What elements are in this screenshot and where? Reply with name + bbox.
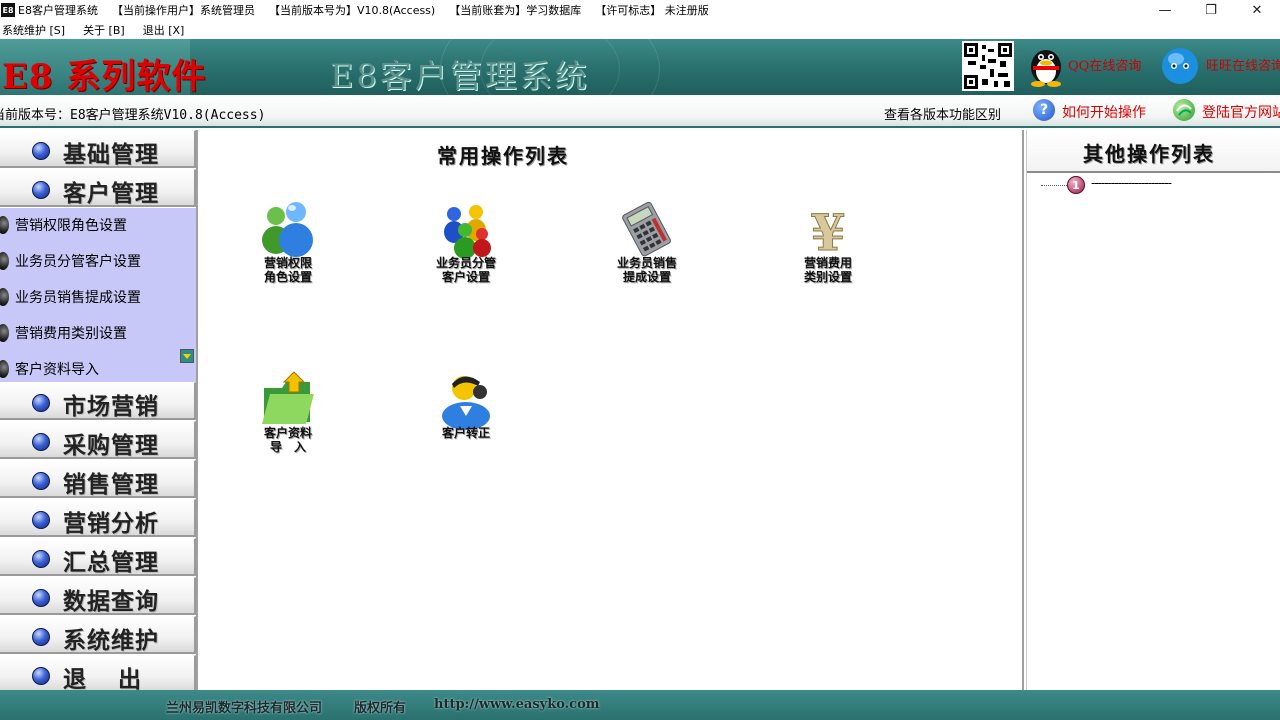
nav-ball-icon (32, 511, 50, 529)
team-icon (434, 200, 498, 260)
brand-logo: E8 系列软件 (2, 57, 207, 95)
nav-ball-icon (32, 628, 50, 646)
nav-label: 基础管理 (63, 141, 159, 168)
nav-data-query[interactable]: 数据查询 (0, 577, 196, 615)
tree-node-icon[interactable]: 1 (1067, 176, 1085, 194)
restore-button[interactable]: ❐ (1188, 0, 1234, 20)
nav-purchase-management[interactable]: 采购管理 (0, 421, 196, 459)
nav-label: 汇总管理 (63, 549, 159, 576)
user-convert-icon (434, 370, 498, 430)
compare-versions-link[interactable]: 查看各版本功能区别 (884, 104, 1001, 123)
website-url[interactable]: http://www.easyko.com (434, 697, 600, 712)
wangwang-icon[interactable] (1160, 44, 1200, 86)
current-user-status: 【当前操作用户】系统管理员 (111, 4, 255, 17)
nav-label: 退出 (63, 666, 173, 693)
bullet-icon (0, 360, 9, 378)
nav-label: 营销分析 (63, 510, 159, 537)
official-website-link[interactable]: 登陆官方网站 (1202, 102, 1280, 122)
nav-exit[interactable]: 退出 (0, 655, 196, 693)
license-status: 【许可标志】 未注册版 (595, 4, 709, 17)
header-banner: E8 系列软件 E8客户管理系统 QQ在线咨询 旺旺在线咨询 (0, 39, 1280, 95)
wangwang-consult-link[interactable]: 旺旺在线咨询 (1206, 55, 1280, 74)
current-account-status: 【当前账套为】学习数据库 (449, 4, 582, 17)
menu-about[interactable]: 关于 [B] (83, 22, 125, 38)
website-icon[interactable] (1173, 99, 1195, 121)
users-group-icon (256, 200, 320, 260)
version-label: 当前版本号：E8客户管理系统V10.8(Access) (0, 108, 266, 123)
nav-marketing-analysis[interactable]: 营销分析 (0, 499, 196, 537)
bullet-icon (0, 252, 9, 270)
nav-basic-management[interactable]: 基础管理 (0, 130, 196, 168)
panel-title: 常用操作列表 (437, 144, 569, 168)
app-logo-icon: E8 (1, 3, 15, 17)
tree-node-label[interactable]: ------------------------ (1091, 176, 1172, 190)
folder-import-icon (256, 370, 320, 430)
nav-market-marketing[interactable]: 市场营销 (0, 382, 196, 420)
panel-title: 其他操作列表 (1083, 142, 1215, 166)
svg-text:¥: ¥ (811, 203, 846, 260)
help-icon[interactable]: ? (1033, 99, 1055, 121)
submenu-item-sales-commission[interactable]: 业务员销售提成设置 (0, 280, 190, 314)
banner-title: E8客户管理系统 (330, 57, 590, 95)
nav-ball-icon (32, 142, 50, 160)
menu-bar: 系统维护 [S] 关于 [B] 退出 [X] (0, 20, 1280, 39)
menu-system-maintenance[interactable]: 系统维护 [S] (2, 22, 65, 38)
nav-customer-management[interactable]: 客户管理 (0, 169, 196, 207)
op-marketing-role-setting[interactable]: 营销权限 角色设置 (233, 200, 343, 300)
nav-system-maintenance[interactable]: 系统维护 (0, 616, 196, 654)
nav-ball-icon (32, 667, 50, 685)
bullet-icon (0, 288, 9, 306)
submenu-scroll-down-icon[interactable] (180, 349, 194, 363)
nav-summary-management[interactable]: 汇总管理 (0, 538, 196, 576)
current-version-status: 【当前版本号为】V10.8(Access) (268, 4, 436, 17)
window-controls: — ❐ ✕ (1142, 0, 1280, 20)
nav-label: 数据查询 (63, 588, 159, 615)
copyright-text: 版权所有 (354, 701, 407, 716)
qq-consult-link[interactable]: QQ在线咨询 (1068, 55, 1141, 74)
tree-connector (1041, 185, 1067, 186)
window-titlebar: E8 E8客户管理系统 【当前操作用户】系统管理员 【当前版本号为】V10.8(… (0, 0, 1280, 20)
nav-label: 市场营销 (63, 393, 159, 420)
nav-ball-icon (32, 181, 50, 199)
customer-management-submenu: 营销权限角色设置 业务员分管客户设置 业务员销售提成设置 营销费用类别设置 客户… (0, 208, 196, 382)
submenu-item-customer-import[interactable]: 客户资料导入 (0, 352, 190, 386)
qr-code-icon (962, 41, 1014, 91)
how-to-start-link[interactable]: 如何开始操作 (1062, 102, 1146, 122)
close-button[interactable]: ✕ (1234, 0, 1280, 20)
left-nav-sidebar: 基础管理 客户管理 营销权限角色设置 业务员分管客户设置 业务员销售提成设置 营… (0, 130, 198, 693)
qq-penguin-icon[interactable] (1027, 43, 1065, 87)
op-expense-category-setting[interactable]: ¥ 营销费用 类别设置 (773, 200, 883, 300)
nav-label: 销售管理 (63, 471, 159, 498)
op-sales-commission-setting[interactable]: 业务员销售 提成设置 (592, 200, 702, 300)
op-customer-data-import[interactable]: 客户资料 导 入 (233, 370, 343, 470)
window-title: E8客户管理系统 (18, 4, 98, 17)
bullet-icon (0, 324, 9, 342)
nav-ball-icon (32, 433, 50, 451)
submenu-item-sales-customer-assign[interactable]: 业务员分管客户设置 (0, 244, 190, 278)
other-operations-panel: 其他操作列表 1 ------------------------ (1026, 130, 1280, 690)
submenu-item-marketing-role[interactable]: 营销权限角色设置 (0, 208, 190, 242)
nav-label: 采购管理 (63, 432, 159, 459)
nav-sales-management[interactable]: 销售管理 (0, 460, 196, 498)
nav-label: 系统维护 (63, 627, 159, 654)
nav-ball-icon (32, 550, 50, 568)
yen-icon: ¥ (796, 200, 860, 263)
bullet-icon (0, 216, 9, 234)
nav-ball-icon (32, 394, 50, 412)
submenu-item-expense-category[interactable]: 营销费用类别设置 (0, 316, 190, 350)
nav-label: 客户管理 (63, 180, 159, 207)
company-name: 兰州易凯数字科技有限公司 (166, 701, 323, 716)
minimize-button[interactable]: — (1142, 0, 1188, 20)
nav-ball-icon (32, 589, 50, 607)
menu-exit[interactable]: 退出 [X] (143, 22, 185, 38)
calculator-icon (615, 200, 679, 260)
nav-ball-icon (32, 472, 50, 490)
info-bar: 当前版本号：E8客户管理系统V10.8(Access) 查看各版本功能区别 ? … (0, 95, 1280, 128)
op-sales-customer-assign[interactable]: 业务员分管 客户设置 (411, 200, 521, 300)
footer-bar: 兰州易凯数字科技有限公司 版权所有 http://www.easyko.com (0, 690, 1280, 720)
op-customer-conversion[interactable]: 客户转正 (411, 370, 521, 470)
common-operations-panel: 常用操作列表 营销权限 角色设置 业务员分管 客户设置 业务员销售 提成设置 ¥… (200, 130, 1024, 690)
